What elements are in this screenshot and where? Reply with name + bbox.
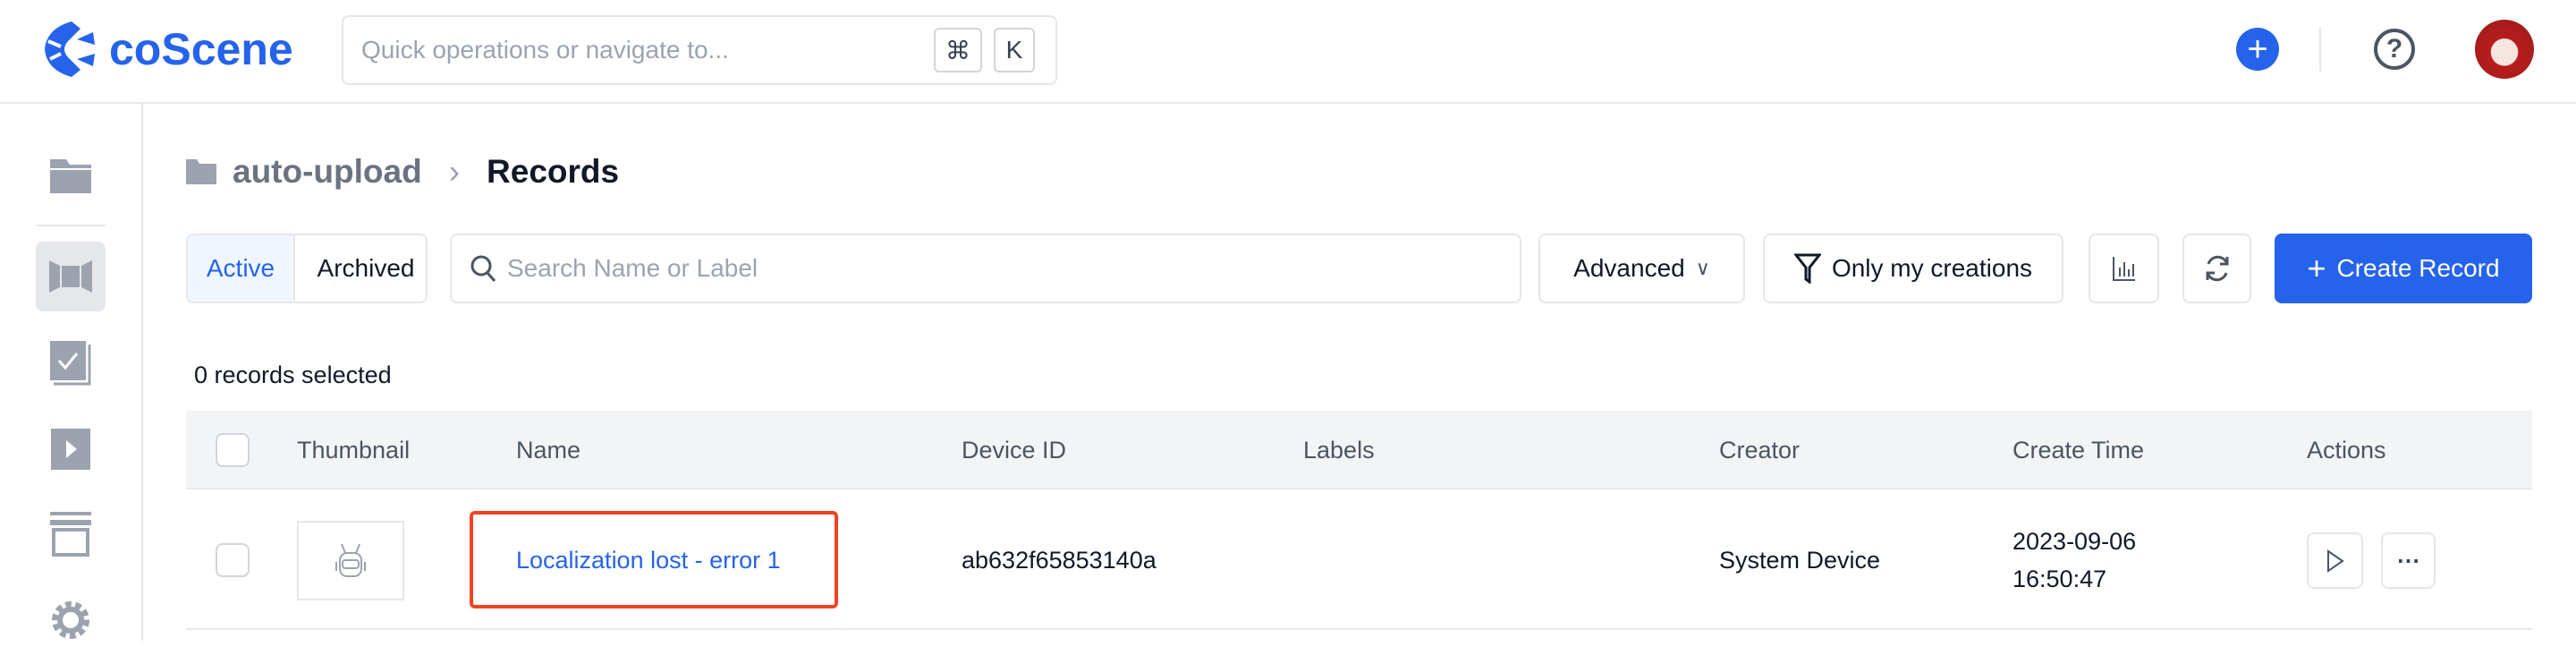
sidebar-item-settings[interactable] [36,585,106,655]
header-divider [2319,27,2321,72]
tab-archived-label: Archived [317,254,415,282]
refresh-button[interactable] [2182,234,2251,303]
record-create-date: 2023-09-06 [2012,528,2137,555]
tab-archived[interactable]: Archived [306,235,426,302]
cmd-key-badge: ⌘ [934,28,982,72]
page-title: Records [487,153,620,190]
archive-icon [50,512,91,557]
sidebar-item-records[interactable] [36,242,106,311]
quick-search-placeholder: Quick operations or navigate to... [361,36,729,64]
play-record-button[interactable] [2307,532,2363,589]
logo[interactable]: coScene [41,20,293,79]
record-create-time: 16:50:47 [2012,566,2107,592]
tab-active-label: Active [206,254,275,282]
advanced-label: Advanced [1573,254,1685,282]
folder-icon [50,159,91,193]
column-actions: Actions [2307,436,2386,464]
search-icon [470,255,496,282]
column-name[interactable]: Name [516,411,580,489]
breadcrumb: auto-upload › Records [186,149,619,195]
play-icon [51,429,90,470]
plus-icon: + [2307,250,2326,286]
gear-icon [52,601,89,639]
column-creator: Creator [1719,436,1801,464]
chevron-down-icon: ∨ [1695,257,1710,279]
robot-icon [335,543,366,577]
filter-icon [1793,253,1821,284]
sidebar [0,104,143,641]
sidebar-divider [36,225,106,226]
tasks-icon [50,341,91,386]
row-checkbox[interactable] [216,543,250,577]
statistics-button[interactable] [2089,234,2159,303]
record-creator: System Device [1719,547,1881,574]
only-my-creations-button[interactable]: Only my creations [1763,234,2063,303]
column-create-time[interactable]: Create Time [2012,411,2144,489]
selection-count: 0 records selected [194,362,392,388]
sidebar-item-archive[interactable] [36,499,106,569]
record-device-id: ab632f65853140a [962,547,1157,574]
bar-chart-icon [2112,257,2135,281]
record-name-link[interactable]: Localization lost - error 1 [516,547,781,574]
sidebar-item-playback[interactable] [36,414,106,484]
column-device-id: Device ID [962,436,1067,464]
sidebar-item-projects[interactable] [36,141,106,211]
avatar[interactable] [2475,20,2534,79]
more-actions-button[interactable]: ⋯ [2381,532,2436,589]
refresh-icon [2206,255,2228,282]
play-icon [2326,549,2344,573]
help-icon[interactable]: ? [2374,29,2415,70]
sidebar-item-tasks[interactable] [36,328,106,398]
logo-text: coScene [109,24,293,74]
coscene-logo-icon [45,21,95,77]
column-labels: Labels [1303,436,1375,464]
tab-active[interactable]: Active [188,235,295,302]
column-thumbnail: Thumbnail [297,436,411,464]
record-thumbnail[interactable] [297,521,404,600]
breadcrumb-project-link[interactable]: auto-upload [233,153,422,191]
k-key-badge: K [994,28,1035,72]
quick-search-input[interactable]: Quick operations or navigate to... ⌘ K [342,15,1057,85]
create-record-button[interactable]: + Create Record [2275,234,2532,303]
chevron-right-icon: › [448,153,461,190]
folder-icon [186,159,216,184]
records-icon [49,260,92,293]
status-tabs: Active Archived [186,234,428,303]
more-icon: ⋯ [2396,547,2420,574]
add-button[interactable]: + [2236,28,2279,71]
top-header: coScene Quick operations or navigate to.… [0,0,2576,104]
advanced-button[interactable]: Advanced ∨ [1538,234,1745,303]
create-record-label: Create Record [2336,254,2500,282]
select-all-checkbox[interactable] [216,433,250,467]
search-placeholder: Search Name or Label [507,254,758,282]
only-my-creations-label: Only my creations [1831,254,2033,282]
search-input[interactable]: Search Name or Label [450,234,1521,303]
